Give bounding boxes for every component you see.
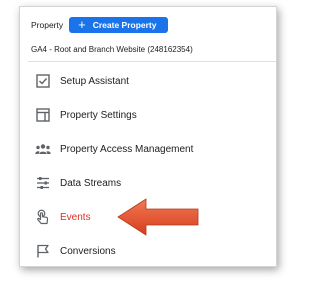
menu-item-label: Property Settings [60, 109, 137, 121]
menu-item-label: Events [60, 211, 91, 223]
divider [28, 61, 276, 62]
menu-item-label: Conversions [60, 245, 116, 257]
checkbox-icon [35, 73, 51, 89]
menu-item-property-access-management[interactable]: Property Access Management [20, 137, 276, 161]
admin-property-panel: Property + Create Property GA4 - Root an… [19, 6, 277, 267]
menu-item-data-streams[interactable]: Data Streams [20, 171, 276, 195]
menu-item-label: Property Access Management [60, 143, 194, 155]
menu-item-label: Data Streams [60, 177, 122, 189]
touch-icon [35, 209, 51, 225]
create-property-button[interactable]: + Create Property [69, 17, 168, 33]
streams-icon [35, 175, 51, 191]
layout-icon [35, 107, 51, 123]
property-label: Property [31, 20, 64, 30]
menu-item-setup-assistant[interactable]: Setup Assistant [20, 69, 276, 93]
menu-item-property-settings[interactable]: Property Settings [20, 103, 276, 127]
create-property-label: Create Property [92, 20, 157, 30]
callout-arrow-icon [117, 198, 199, 236]
flag-icon [35, 243, 51, 259]
people-icon [35, 141, 51, 157]
screenshot-frame: Property + Create Property GA4 - Root an… [0, 0, 300, 289]
property-header: Property + Create Property [31, 17, 168, 33]
menu-item-conversions[interactable]: Conversions [20, 239, 276, 263]
plus-icon: + [78, 17, 86, 32]
menu-item-label: Setup Assistant [60, 75, 129, 87]
property-selector[interactable]: GA4 - Root and Branch Website (248162354… [31, 45, 193, 54]
